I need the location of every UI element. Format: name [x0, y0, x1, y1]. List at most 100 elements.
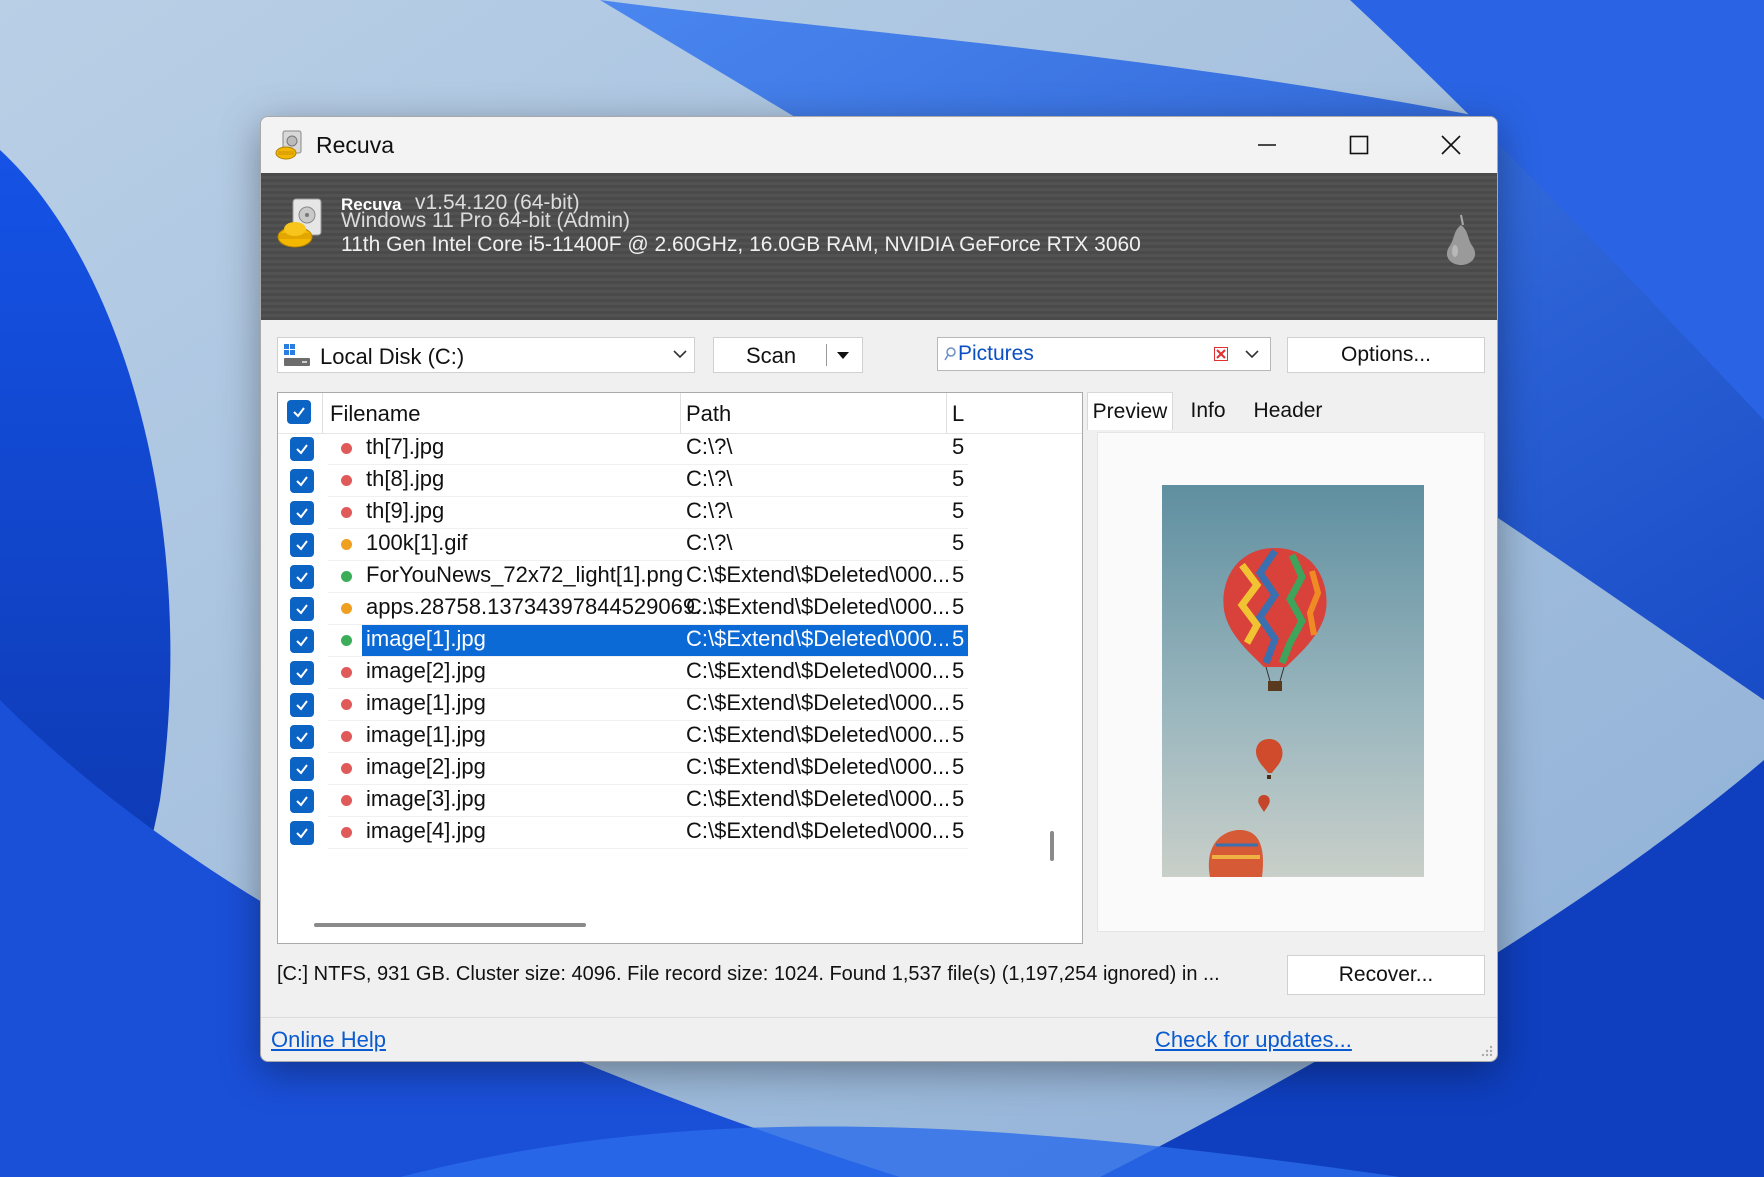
minimize-button[interactable] [1221, 117, 1313, 173]
recuva-window: Recuva Recuva v1.54.120 (64-bit) Windows… [260, 116, 1498, 1062]
recovery-state-green-icon [341, 635, 352, 646]
checkmark-icon [296, 444, 308, 455]
scan-button[interactable]: Scan [713, 337, 863, 373]
table-row[interactable]: image[1].jpg C:\$Extend\$Deleted\000... 5 [278, 721, 968, 753]
tab-header[interactable]: Header [1243, 392, 1333, 430]
options-button[interactable]: Options... [1287, 337, 1485, 373]
cell-last-modified: 5 [952, 498, 965, 523]
cell-filename: image[2].jpg [366, 754, 486, 779]
cell-last-modified: 5 [952, 626, 965, 651]
recover-button[interactable]: Recover... [1287, 955, 1485, 995]
resize-grip-icon[interactable] [1479, 1043, 1493, 1057]
drive-label: Local Disk (C:) [320, 344, 465, 369]
recovery-state-orange-icon [341, 603, 352, 614]
table-row[interactable]: image[1].jpg C:\$Extend\$Deleted\000... 5 [278, 689, 968, 721]
vertical-scrollbar[interactable] [1050, 831, 1054, 861]
system-info-banner: Recuva v1.54.120 (64-bit) Windows 11 Pro… [261, 173, 1497, 320]
checkmark-icon [296, 636, 308, 647]
row-checkbox[interactable] [290, 693, 314, 717]
hardware-info: 11th Gen Intel Core i5-11400F @ 2.60GHz,… [341, 233, 1141, 256]
cell-filename: th[8].jpg [366, 466, 445, 491]
cell-path: C:\$Extend\$Deleted\000... [686, 690, 948, 715]
piriform-pear-icon [1446, 214, 1476, 265]
checkmark-icon [296, 476, 308, 487]
chevron-down-icon [673, 350, 687, 359]
scan-dropdown-arrow-icon[interactable] [836, 350, 850, 360]
cell-path: C:\?\ [686, 434, 733, 459]
table-row[interactable]: th[9].jpg C:\?\ 5 [278, 497, 968, 529]
recovery-state-red-icon [341, 731, 352, 742]
row-checkbox[interactable] [290, 597, 314, 621]
cell-last-modified: 5 [952, 818, 965, 843]
recuva-logo-icon [277, 198, 322, 248]
window-title: Recuva [316, 132, 394, 158]
minimize-icon [1258, 144, 1276, 146]
toolbar: Local Disk (C:) Scan Pictures Options... [261, 320, 1497, 390]
cell-filename: apps.28758.13734397844529069... [366, 594, 714, 619]
cell-last-modified: 5 [952, 562, 965, 587]
scan-label: Scan [746, 343, 797, 368]
select-all-checkbox[interactable] [287, 400, 311, 424]
recuva-app-icon [275, 130, 302, 160]
cell-path: C:\?\ [686, 498, 733, 523]
recovery-state-red-icon [341, 667, 352, 678]
tab-info[interactable]: Info [1173, 392, 1243, 430]
column-filename[interactable]: Filename [330, 401, 420, 427]
cell-last-modified: 5 [952, 690, 965, 715]
recovery-state-red-icon [341, 507, 352, 518]
row-checkbox[interactable] [290, 533, 314, 557]
cell-filename: ForYouNews_72x72_light[1].png [366, 562, 684, 587]
preview-panel: Preview Info Header [1087, 392, 1485, 944]
row-checkbox[interactable] [290, 565, 314, 589]
preview-image-balloons [1162, 485, 1424, 877]
column-separator[interactable] [680, 393, 681, 433]
file-type-filter[interactable]: Pictures [937, 337, 1271, 371]
horizontal-scrollbar[interactable] [314, 923, 586, 927]
cell-last-modified: 5 [952, 786, 965, 811]
table-row[interactable]: apps.28758.13734397844529069... C:\$Exten… [278, 593, 968, 625]
row-checkbox[interactable] [290, 469, 314, 493]
table-row[interactable]: image[2].jpg C:\$Extend\$Deleted\000... 5 [278, 753, 968, 785]
column-path[interactable]: Path [686, 401, 731, 427]
row-checkbox[interactable] [290, 501, 314, 525]
cell-last-modified: 5 [952, 722, 965, 747]
row-checkbox[interactable] [290, 629, 314, 653]
os-info: Windows 11 Pro 64-bit (Admin) [341, 209, 631, 232]
cell-filename: image[2].jpg [366, 658, 486, 683]
row-checkbox[interactable] [290, 789, 314, 813]
table-row[interactable]: image[2].jpg C:\$Extend\$Deleted\000... 5 [278, 657, 968, 689]
table-row[interactable]: 100k[1].gif C:\?\ 5 [278, 529, 968, 561]
column-last-modified[interactable]: L [952, 401, 964, 427]
row-checkbox[interactable] [290, 725, 314, 749]
close-button[interactable] [1405, 117, 1497, 173]
table-row[interactable]: th[7].jpg C:\?\ 5 [278, 433, 968, 465]
checkmark-icon [296, 668, 308, 679]
row-checkbox[interactable] [290, 437, 314, 461]
chevron-down-icon[interactable] [1244, 348, 1260, 360]
cell-filename: th[7].jpg [366, 434, 445, 459]
table-row[interactable]: image[3].jpg C:\$Extend\$Deleted\000... 5 [278, 785, 968, 817]
row-divider [328, 848, 968, 849]
check-updates-link[interactable]: Check for updates... [1155, 1027, 1352, 1053]
table-row[interactable]: image[4].jpg C:\$Extend\$Deleted\000... 5 [278, 817, 968, 849]
table-row[interactable]: image[1].jpg C:\$Extend\$Deleted\000... 5 [278, 625, 968, 657]
row-checkbox[interactable] [290, 757, 314, 781]
row-checkbox[interactable] [290, 821, 314, 845]
row-checkbox[interactable] [290, 661, 314, 685]
file-list: Filename Path L th[7].jpg C:\?\ 5 th[8].jpg… [277, 392, 1083, 944]
column-separator[interactable] [946, 393, 947, 433]
checkmark-icon [296, 508, 308, 519]
column-separator [322, 393, 323, 433]
table-row[interactable]: ForYouNews_72x72_light[1].png C:\$Extend\… [278, 561, 968, 593]
tab-preview[interactable]: Preview [1087, 392, 1173, 430]
cell-path: C:\?\ [686, 530, 733, 555]
online-help-link[interactable]: Online Help [271, 1027, 386, 1053]
search-icon [944, 347, 956, 361]
recovery-state-red-icon [341, 699, 352, 710]
table-row[interactable]: th[8].jpg C:\?\ 5 [278, 465, 968, 497]
file-list-header: Filename Path L [278, 393, 1082, 434]
clear-filter-icon[interactable] [1214, 347, 1228, 361]
maximize-button[interactable] [1313, 117, 1405, 173]
cell-filename: th[9].jpg [366, 498, 445, 523]
drive-dropdown[interactable]: Local Disk (C:) [277, 337, 695, 373]
